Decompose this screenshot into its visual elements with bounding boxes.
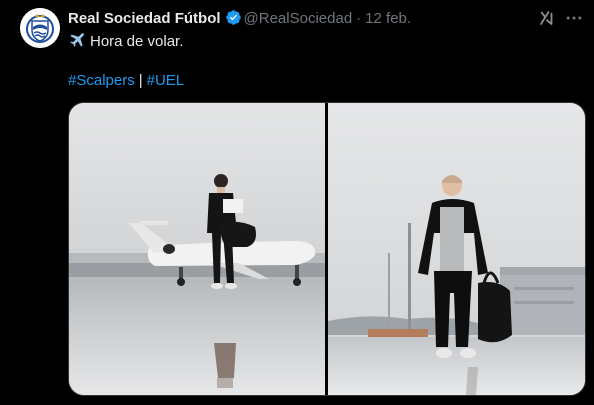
verified-badge-icon [225, 10, 241, 25]
grok-icon[interactable] [538, 9, 556, 27]
media-photo-2[interactable] [328, 103, 585, 395]
tweet[interactable]: Real Sociedad Fútbol @RealSociedad · 12 feb… [0, 0, 594, 405]
tweet-date[interactable]: 12 feb. [365, 10, 411, 27]
tweet-text-content: Hora de volar. [90, 33, 184, 50]
airplane-icon [70, 33, 84, 47]
real-sociedad-crest-icon [20, 8, 60, 48]
separator-dot: · [356, 10, 362, 27]
media-grid [68, 102, 586, 396]
hashtag-separator: | [138, 72, 143, 89]
author-name[interactable]: Real Sociedad Fútbol [68, 10, 221, 27]
hashtag-scalpers[interactable]: #Scalpers [68, 72, 135, 89]
player-with-plane-image [69, 103, 325, 395]
tweet-text: Hora de volar. [68, 31, 183, 52]
hashtags: #Scalpers | #UEL [68, 71, 184, 91]
media-photo-1[interactable] [69, 103, 325, 395]
more-options-icon[interactable] [564, 8, 584, 28]
tweet-header: Real Sociedad Fútbol @RealSociedad · 12 feb… [68, 9, 584, 29]
player-at-hangar-image [328, 103, 585, 395]
hashtag-uel[interactable]: #UEL [147, 72, 185, 89]
avatar[interactable] [20, 8, 60, 48]
author-handle[interactable]: @RealSociedad [244, 10, 353, 27]
